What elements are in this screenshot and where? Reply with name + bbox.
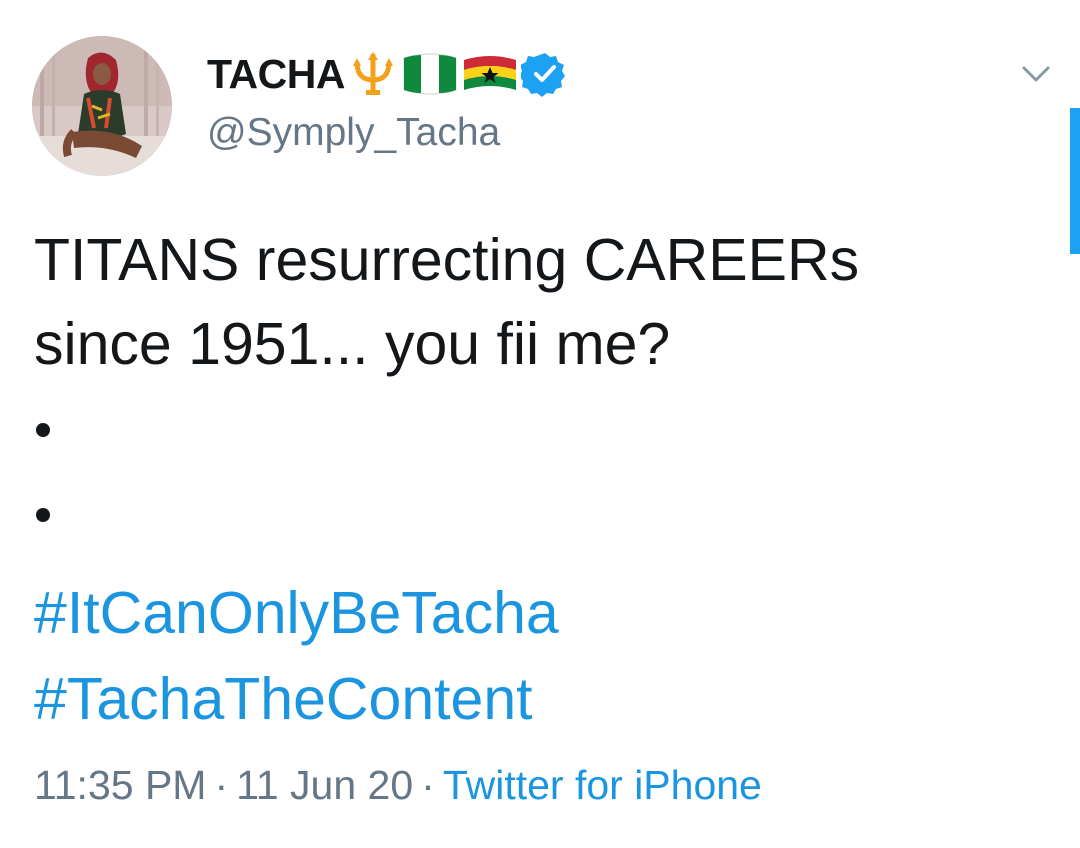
meta-separator: ·: [421, 762, 435, 808]
tweet-text: TITANS resurrecting CAREERs since 1951..…: [34, 218, 1014, 386]
user-handle[interactable]: @Symply_Tacha: [207, 108, 569, 158]
tweet-source-link[interactable]: Twitter for iPhone: [443, 762, 762, 808]
tweet-meta: 11:35 PM · 11 Jun 20 · Twitter for iPhone: [34, 757, 762, 813]
avatar[interactable]: [32, 36, 172, 176]
hashtag-link[interactable]: #TachaTheContent: [34, 656, 559, 742]
tweet-time[interactable]: 11:35 PM: [34, 762, 206, 808]
tweet-date[interactable]: 11 Jun 20: [236, 762, 413, 808]
ghana-flag-emoji: [461, 48, 519, 100]
scrollbar[interactable]: [1070, 108, 1080, 254]
hashtags: #ItCanOnlyBeTacha #TachaTheContent: [34, 570, 559, 742]
bullet-dot: [36, 423, 50, 437]
meta-separator: ·: [214, 762, 229, 808]
verified-badge-icon: [520, 50, 569, 98]
display-name[interactable]: TACHA: [207, 44, 345, 104]
tweet-line: TITANS resurrecting CAREERs: [34, 227, 860, 293]
nigeria-flag-emoji: [401, 48, 459, 100]
user-header: TACHA @Symply_Tacha: [207, 44, 569, 158]
bullet-dot: [36, 508, 50, 522]
tweet-line: since 1951... you fii me?: [34, 311, 671, 377]
trident-emoji: [347, 48, 399, 100]
tweet-card: TACHA @Symply_Tacha TITANS resurrecting …: [0, 0, 1080, 848]
hashtag-link[interactable]: #ItCanOnlyBeTacha: [34, 570, 559, 656]
name-row: TACHA: [207, 44, 569, 104]
chevron-down-icon[interactable]: [1018, 56, 1054, 92]
